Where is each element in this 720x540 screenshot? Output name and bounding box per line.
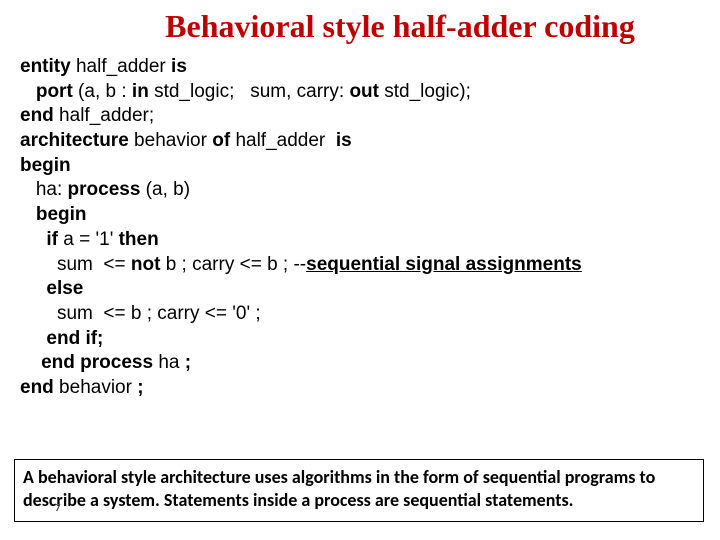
txt: b ; carry <= b ; --: [160, 254, 306, 275]
kw-else: else: [20, 278, 83, 299]
page-number: 7: [55, 501, 61, 515]
kw-endif: end if;: [20, 328, 103, 349]
txt: sum <= b ; carry <= '0' ;: [20, 303, 261, 324]
note-box: A behavioral style architecture uses alg…: [14, 459, 704, 522]
kw-entity: entity: [20, 56, 71, 77]
kw-architecture: architecture: [20, 130, 129, 151]
kw-begin: begin: [20, 155, 71, 176]
txt: ha:: [20, 179, 68, 200]
kw-process: process: [68, 179, 141, 200]
kw-semi: ;: [137, 377, 143, 398]
txt: a = '1': [58, 229, 119, 250]
txt: half_adder;: [54, 105, 154, 126]
note-text: A behavioral style architecture uses alg…: [23, 466, 655, 511]
kw-then: then: [119, 229, 159, 250]
kw-is: is: [171, 56, 187, 77]
kw-is: is: [336, 130, 352, 151]
comment-underline: sequential signal assignments: [306, 254, 582, 275]
kw-not: not: [131, 254, 161, 275]
txt: half_adder: [71, 56, 171, 77]
kw-end: end: [20, 105, 54, 126]
txt: (a, b): [140, 179, 190, 200]
slide-title: Behavioral style half-adder coding: [20, 8, 700, 45]
slide: Behavioral style half-adder coding entit…: [0, 0, 720, 540]
kw-begin: begin: [20, 204, 87, 225]
kw-out: out: [349, 81, 379, 102]
code-block: entity half_adder is port (a, b : in std…: [20, 55, 700, 401]
txt: behavior: [129, 130, 212, 151]
kw-port: port: [20, 81, 73, 102]
kw-end: end: [20, 377, 54, 398]
txt: std_logic);: [379, 81, 471, 102]
txt: std_logic; sum, carry:: [149, 81, 350, 102]
txt: half_adder: [230, 130, 336, 151]
txt: sum <=: [20, 254, 131, 275]
kw-in: in: [132, 81, 149, 102]
kw-endprocess: end process: [20, 352, 153, 373]
kw-if: if: [20, 229, 58, 250]
txt: (a, b :: [73, 81, 132, 102]
txt: behavior: [54, 377, 137, 398]
txt: ha: [153, 352, 185, 373]
kw-of: of: [212, 130, 230, 151]
kw-semi: ;: [185, 352, 191, 373]
